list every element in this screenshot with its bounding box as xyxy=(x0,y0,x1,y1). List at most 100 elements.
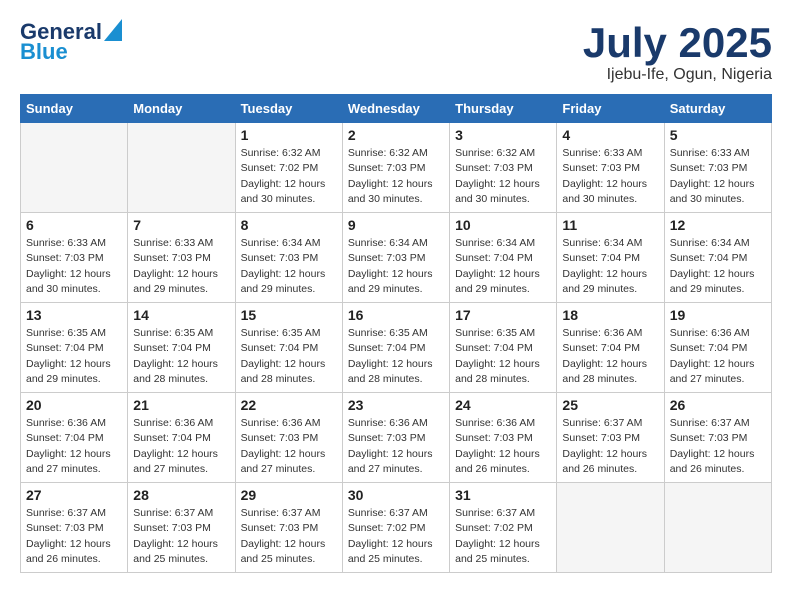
day-info: Sunrise: 6:36 AM Sunset: 7:04 PM Dayligh… xyxy=(133,416,229,477)
day-info: Sunrise: 6:37 AM Sunset: 7:02 PM Dayligh… xyxy=(455,506,551,567)
day-info: Sunrise: 6:37 AM Sunset: 7:03 PM Dayligh… xyxy=(670,416,766,477)
day-number: 21 xyxy=(133,397,229,413)
month-title: July 2025 xyxy=(583,20,772,66)
col-header-saturday: Saturday xyxy=(664,95,771,123)
day-cell xyxy=(21,123,128,213)
day-cell: 20 Sunrise: 6:36 AM Sunset: 7:04 PM Dayli… xyxy=(21,393,128,483)
day-info: Sunrise: 6:34 AM Sunset: 7:03 PM Dayligh… xyxy=(241,236,337,297)
day-number: 19 xyxy=(670,307,766,323)
day-number: 13 xyxy=(26,307,122,323)
day-number: 10 xyxy=(455,217,551,233)
day-number: 27 xyxy=(26,487,122,503)
day-info: Sunrise: 6:35 AM Sunset: 7:04 PM Dayligh… xyxy=(26,326,122,387)
week-row-3: 13 Sunrise: 6:35 AM Sunset: 7:04 PM Dayli… xyxy=(21,303,772,393)
day-info: Sunrise: 6:35 AM Sunset: 7:04 PM Dayligh… xyxy=(348,326,444,387)
day-info: Sunrise: 6:36 AM Sunset: 7:03 PM Dayligh… xyxy=(455,416,551,477)
day-info: Sunrise: 6:34 AM Sunset: 7:04 PM Dayligh… xyxy=(562,236,658,297)
col-header-thursday: Thursday xyxy=(450,95,557,123)
day-info: Sunrise: 6:34 AM Sunset: 7:04 PM Dayligh… xyxy=(455,236,551,297)
logo-triangle-icon xyxy=(104,19,122,41)
day-number: 4 xyxy=(562,127,658,143)
day-info: Sunrise: 6:37 AM Sunset: 7:03 PM Dayligh… xyxy=(562,416,658,477)
title-block: July 2025 Ijebu-Ife, Ogun, Nigeria xyxy=(583,20,772,84)
day-cell: 23 Sunrise: 6:36 AM Sunset: 7:03 PM Dayli… xyxy=(342,393,449,483)
day-info: Sunrise: 6:35 AM Sunset: 7:04 PM Dayligh… xyxy=(455,326,551,387)
day-number: 23 xyxy=(348,397,444,413)
day-cell: 4 Sunrise: 6:33 AM Sunset: 7:03 PM Daylig… xyxy=(557,123,664,213)
day-number: 25 xyxy=(562,397,658,413)
day-number: 22 xyxy=(241,397,337,413)
day-info: Sunrise: 6:34 AM Sunset: 7:04 PM Dayligh… xyxy=(670,236,766,297)
day-cell: 2 Sunrise: 6:32 AM Sunset: 7:03 PM Daylig… xyxy=(342,123,449,213)
logo-text-blue: Blue xyxy=(20,40,68,64)
day-number: 12 xyxy=(670,217,766,233)
day-number: 28 xyxy=(133,487,229,503)
day-cell: 15Sunrise: 6:35 AM Sunset: 7:04 PM Dayli… xyxy=(235,303,342,393)
week-row-5: 27 Sunrise: 6:37 AM Sunset: 7:03 PM Dayli… xyxy=(21,483,772,573)
day-cell: 19 Sunrise: 6:36 AM Sunset: 7:04 PM Dayli… xyxy=(664,303,771,393)
day-number: 16 xyxy=(348,307,444,323)
day-number: 1 xyxy=(241,127,337,143)
day-cell: 6Sunrise: 6:33 AM Sunset: 7:03 PM Daylig… xyxy=(21,213,128,303)
day-number: 7 xyxy=(133,217,229,233)
day-cell xyxy=(557,483,664,573)
day-info: Sunrise: 6:33 AM Sunset: 7:03 PM Dayligh… xyxy=(562,146,658,207)
day-number: 31 xyxy=(455,487,551,503)
day-info: Sunrise: 6:37 AM Sunset: 7:03 PM Dayligh… xyxy=(26,506,122,567)
logo: General Blue xyxy=(20,20,122,64)
day-cell: 5 Sunrise: 6:33 AM Sunset: 7:03 PM Daylig… xyxy=(664,123,771,213)
day-cell: 11 Sunrise: 6:34 AM Sunset: 7:04 PM Dayli… xyxy=(557,213,664,303)
day-info: Sunrise: 6:36 AM Sunset: 7:04 PM Dayligh… xyxy=(26,416,122,477)
day-number: 29 xyxy=(241,487,337,503)
calendar-table: SundayMondayTuesdayWednesdayThursdayFrid… xyxy=(20,94,772,573)
day-cell: 9Sunrise: 6:34 AM Sunset: 7:03 PM Daylig… xyxy=(342,213,449,303)
day-cell: 18 Sunrise: 6:36 AM Sunset: 7:04 PM Dayli… xyxy=(557,303,664,393)
day-number: 5 xyxy=(670,127,766,143)
week-row-4: 20 Sunrise: 6:36 AM Sunset: 7:04 PM Dayli… xyxy=(21,393,772,483)
day-cell: 1 Sunrise: 6:32 AM Sunset: 7:02 PM Daylig… xyxy=(235,123,342,213)
col-header-wednesday: Wednesday xyxy=(342,95,449,123)
day-cell: 29 Sunrise: 6:37 AM Sunset: 7:03 PM Dayli… xyxy=(235,483,342,573)
day-cell: 16 Sunrise: 6:35 AM Sunset: 7:04 PM Dayli… xyxy=(342,303,449,393)
day-cell: 22 Sunrise: 6:36 AM Sunset: 7:03 PM Dayli… xyxy=(235,393,342,483)
day-info: Sunrise: 6:37 AM Sunset: 7:03 PM Dayligh… xyxy=(133,506,229,567)
page-header: General Blue July 2025 Ijebu-Ife, Ogun, … xyxy=(20,20,772,84)
col-header-tuesday: Tuesday xyxy=(235,95,342,123)
day-number: 26 xyxy=(670,397,766,413)
day-number: 24 xyxy=(455,397,551,413)
day-info: Sunrise: 6:32 AM Sunset: 7:02 PM Dayligh… xyxy=(241,146,337,207)
col-header-sunday: Sunday xyxy=(21,95,128,123)
header-row: SundayMondayTuesdayWednesdayThursdayFrid… xyxy=(21,95,772,123)
col-header-monday: Monday xyxy=(128,95,235,123)
day-number: 6 xyxy=(26,217,122,233)
day-info: Sunrise: 6:32 AM Sunset: 7:03 PM Dayligh… xyxy=(348,146,444,207)
day-cell xyxy=(128,123,235,213)
day-number: 20 xyxy=(26,397,122,413)
day-cell: 30Sunrise: 6:37 AM Sunset: 7:02 PM Dayli… xyxy=(342,483,449,573)
day-cell: 12 Sunrise: 6:34 AM Sunset: 7:04 PM Dayli… xyxy=(664,213,771,303)
day-info: Sunrise: 6:37 AM Sunset: 7:03 PM Dayligh… xyxy=(241,506,337,567)
day-cell: 10 Sunrise: 6:34 AM Sunset: 7:04 PM Dayli… xyxy=(450,213,557,303)
day-info: Sunrise: 6:36 AM Sunset: 7:03 PM Dayligh… xyxy=(241,416,337,477)
col-header-friday: Friday xyxy=(557,95,664,123)
day-cell: 13 Sunrise: 6:35 AM Sunset: 7:04 PM Dayli… xyxy=(21,303,128,393)
day-cell: 31 Sunrise: 6:37 AM Sunset: 7:02 PM Dayli… xyxy=(450,483,557,573)
day-info: Sunrise: 6:32 AM Sunset: 7:03 PM Dayligh… xyxy=(455,146,551,207)
day-number: 17 xyxy=(455,307,551,323)
day-info: Sunrise: 6:34 AM Sunset: 7:03 PM Dayligh… xyxy=(348,236,444,297)
day-info: Sunrise: 6:33 AM Sunset: 7:03 PM Dayligh… xyxy=(670,146,766,207)
day-info: Sunrise: 6:36 AM Sunset: 7:04 PM Dayligh… xyxy=(562,326,658,387)
day-cell: 25 Sunrise: 6:37 AM Sunset: 7:03 PM Dayli… xyxy=(557,393,664,483)
day-cell: 24 Sunrise: 6:36 AM Sunset: 7:03 PM Dayli… xyxy=(450,393,557,483)
day-cell: 8 Sunrise: 6:34 AM Sunset: 7:03 PM Daylig… xyxy=(235,213,342,303)
day-number: 2 xyxy=(348,127,444,143)
day-cell: 27 Sunrise: 6:37 AM Sunset: 7:03 PM Dayli… xyxy=(21,483,128,573)
day-info: Sunrise: 6:35 AM Sunset: 7:04 PM Dayligh… xyxy=(133,326,229,387)
day-info: Sunrise: 6:36 AM Sunset: 7:04 PM Dayligh… xyxy=(670,326,766,387)
day-cell: 7Sunrise: 6:33 AM Sunset: 7:03 PM Daylig… xyxy=(128,213,235,303)
day-number: 11 xyxy=(562,217,658,233)
day-cell: 3Sunrise: 6:32 AM Sunset: 7:03 PM Daylig… xyxy=(450,123,557,213)
day-number: 18 xyxy=(562,307,658,323)
day-number: 8 xyxy=(241,217,337,233)
day-info: Sunrise: 6:36 AM Sunset: 7:03 PM Dayligh… xyxy=(348,416,444,477)
